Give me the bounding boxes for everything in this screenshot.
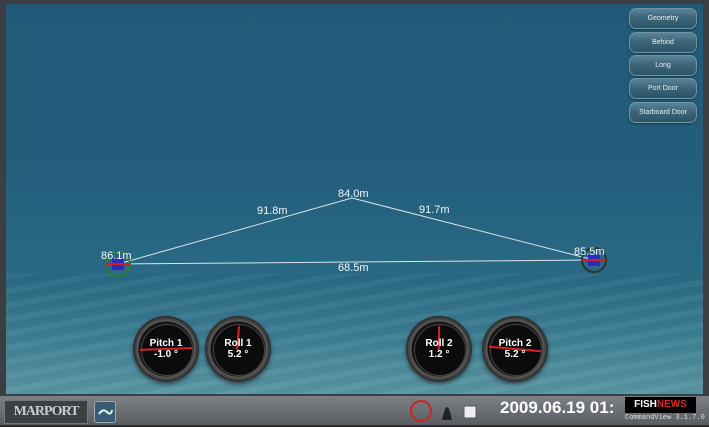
gauge-label: Pitch 2 xyxy=(498,338,532,349)
taskbar-icons xyxy=(410,400,477,422)
datetime-text: 2009.06.19 01: xyxy=(500,398,615,417)
gauge-label: Roll 1 xyxy=(224,338,252,349)
view-starboard-door-button[interactable]: Starboard Door xyxy=(629,102,697,123)
pitch-1-gauge: Pitch 1 -1.0 ° xyxy=(133,316,199,382)
line-left-to-center xyxy=(117,197,353,265)
record-icon[interactable] xyxy=(410,400,432,422)
roll-2-gauge: Roll 2 1.2 ° xyxy=(406,316,472,382)
pitch-2-gauge: Pitch 2 5.2 ° xyxy=(482,316,548,382)
gauge-value: 5.2 ° xyxy=(504,349,526,360)
left-diagonal-distance: 91.8m xyxy=(257,205,288,217)
right-diagonal-distance: 91.7m xyxy=(419,204,450,216)
app-window: 86.1m 85.5m 84.0m 91.8m 91.7m 68.5m Geom… xyxy=(0,0,709,425)
settings-icon[interactable] xyxy=(94,401,116,423)
line-center-to-right xyxy=(351,197,595,261)
bell-icon[interactable] xyxy=(442,407,452,420)
marport-logo: MARPORT xyxy=(4,400,88,424)
headline-depth: 84.0m xyxy=(338,188,369,200)
view-geometry-button[interactable]: Geometry xyxy=(629,8,697,29)
view-port-door-button[interactable]: Port Door xyxy=(629,78,697,99)
underwater-3d-view[interactable]: 86.1m 85.5m 84.0m 91.8m 91.7m 68.5m Geom… xyxy=(6,4,703,394)
roll-1-gauge: Roll 1 5.2 ° xyxy=(205,316,271,382)
gauge-label: Roll 2 xyxy=(425,338,453,349)
version-text: CommandView 3.1.7.0 xyxy=(625,414,705,422)
printer-icon[interactable] xyxy=(463,405,477,419)
left-door-depth: 86.1m xyxy=(101,250,132,262)
view-behind-button[interactable]: Behind xyxy=(629,32,697,53)
gauge-value: -1.0 ° xyxy=(153,349,178,360)
gauge-value: 5.2 ° xyxy=(227,349,249,360)
view-long-button[interactable]: Long xyxy=(629,55,697,76)
gauge-value: 1.2 ° xyxy=(428,349,450,360)
right-door-depth: 85.5m xyxy=(574,246,605,258)
gauge-label: Pitch 1 xyxy=(149,338,183,349)
door-spread-distance: 68.5m xyxy=(338,262,369,274)
watermark: FISHNEWS xyxy=(625,397,696,413)
